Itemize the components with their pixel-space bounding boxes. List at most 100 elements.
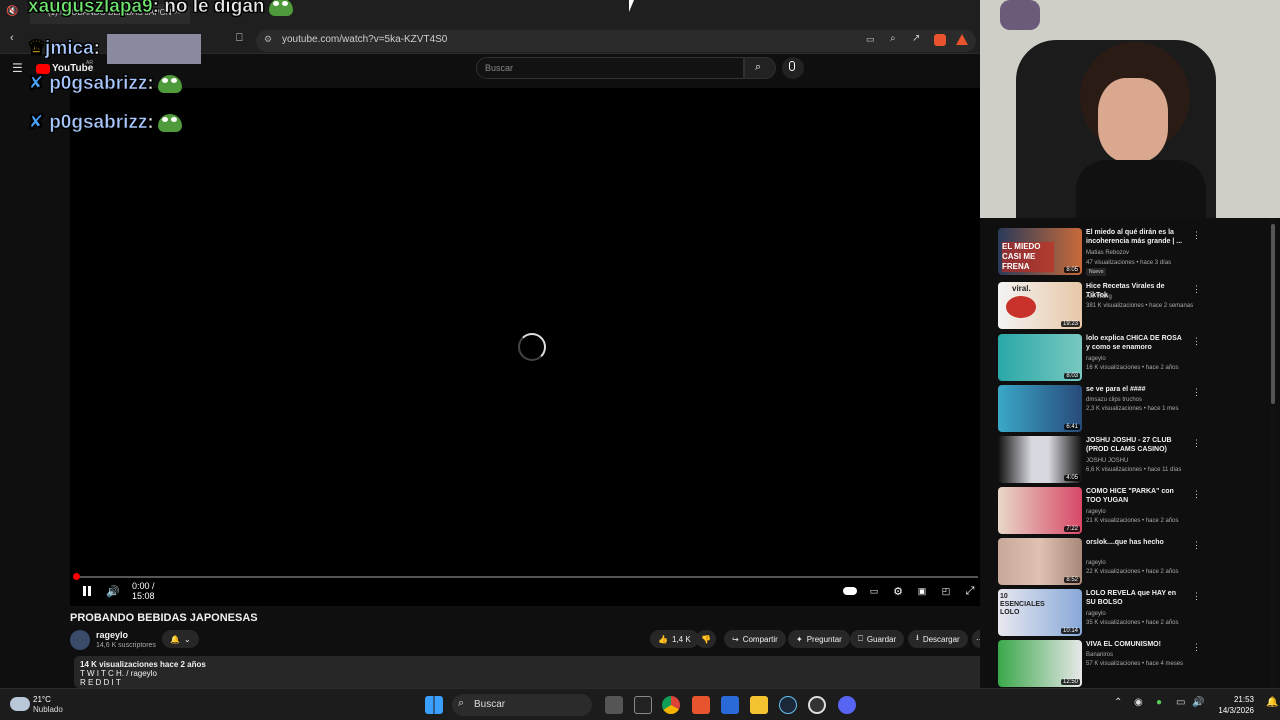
- dislike-button[interactable]: 👎: [696, 630, 716, 648]
- progress-bar[interactable]: [74, 576, 978, 578]
- search-input[interactable]: Buscar: [476, 57, 744, 79]
- more-options-icon[interactable]: ⋮: [1192, 642, 1201, 653]
- video-title[interactable]: El miedo al qué dirán es la incoherencia…: [1086, 228, 1186, 246]
- channel-name[interactable]: rageylo: [1086, 356, 1106, 362]
- share-page-icon[interactable]: ↗: [912, 33, 920, 44]
- video-thumbnail[interactable]: 8:52: [998, 538, 1082, 585]
- autoplay-toggle[interactable]: [842, 582, 858, 600]
- video-thumbnail[interactable]: EL MIEDO CASI ME FRENA 8:05: [998, 228, 1082, 275]
- video-thumbnail[interactable]: 4:05: [998, 436, 1082, 483]
- youtube-logo[interactable]: YouTube AR: [36, 60, 96, 78]
- progress-scrubber[interactable]: [73, 573, 80, 580]
- brave-rewards-icon[interactable]: [956, 34, 968, 45]
- video-title[interactable]: se ve para el ####: [1086, 385, 1186, 394]
- video-title[interactable]: JOSHU JOSHU - 27 CLUB (PROD CLAMS CASINO…: [1086, 436, 1186, 454]
- task-view-icon[interactable]: [605, 696, 623, 714]
- video-thumbnail[interactable]: viral. 19:23: [998, 282, 1082, 329]
- more-options-icon[interactable]: ⋮: [1192, 489, 1201, 500]
- chrome-icon[interactable]: [662, 696, 680, 714]
- recommendation-item[interactable]: 12:50 VIVA EL COMUNISMO! Bananiros 57 K …: [998, 640, 1268, 688]
- tab-audio-muted-icon[interactable]: 🔇: [6, 6, 18, 17]
- miniplayer-button[interactable]: ▣: [914, 582, 930, 600]
- video-thumbnail[interactable]: 6:41: [998, 385, 1082, 432]
- obs-icon[interactable]: [808, 696, 826, 714]
- recommendation-item[interactable]: 10 ESENCIALES LOLO 10:14 LOLO REVELA que…: [998, 589, 1268, 637]
- clock-time[interactable]: 21:53: [1222, 695, 1254, 704]
- brave-shield-icon[interactable]: [934, 34, 946, 46]
- volume-icon[interactable]: 🔊: [1192, 697, 1204, 708]
- settings-button[interactable]: ⚙: [890, 582, 906, 600]
- cast-icon[interactable]: ▭: [866, 34, 875, 45]
- windows-start-icon[interactable]: [425, 696, 443, 714]
- channel-name[interactable]: rageylo: [1086, 560, 1106, 566]
- pause-button[interactable]: [78, 582, 96, 600]
- video-title[interactable]: LOLO REVELA que HAY en SU BOLSO: [1086, 589, 1186, 607]
- notifications-button[interactable]: 🔔 ⌄: [162, 630, 199, 648]
- voice-search-button[interactable]: [782, 57, 804, 79]
- menu-icon[interactable]: ☰: [12, 61, 23, 75]
- steam-icon[interactable]: [779, 696, 797, 714]
- like-button[interactable]: 👍 1,4 K: [650, 630, 699, 648]
- recommendation-item[interactable]: viral. 19:23 Hice Recetas Virales de Tik…: [998, 282, 1268, 330]
- subtitles-button[interactable]: ▭: [866, 582, 882, 600]
- channel-name[interactable]: rageylo: [96, 630, 128, 640]
- channel-name[interactable]: rageylo: [1086, 611, 1106, 617]
- clock-date[interactable]: 14/3/2026: [1212, 706, 1254, 715]
- taskbar-search[interactable]: ⌕ Buscar: [452, 694, 592, 716]
- microphone-icon[interactable]: ●: [1156, 697, 1162, 708]
- search-button[interactable]: ⌕: [744, 57, 776, 79]
- channel-name[interactable]: Matias Rebozov: [1086, 250, 1129, 256]
- theater-button[interactable]: ◰: [938, 582, 954, 600]
- channel-name[interactable]: Bananiros: [1086, 652, 1113, 658]
- volume-button[interactable]: 🔊: [104, 582, 122, 600]
- video-player[interactable]: 🔊 0:00 / 15:08 ▭ ⚙ ▣ ◰ ⤢: [70, 88, 984, 606]
- download-button[interactable]: ⭳ Descargar: [908, 630, 968, 648]
- recommendation-item[interactable]: EL MIEDO CASI ME FRENA 8:05 El miedo al …: [998, 228, 1268, 276]
- video-title[interactable]: COMO HICE "PARKA" con TOO YUGAN: [1086, 487, 1186, 505]
- channel-name[interactable]: dmsazu clips truchos: [1086, 397, 1142, 403]
- recommendation-item[interactable]: 8:03 lolo explica CHICA DE ROSA y como s…: [998, 334, 1268, 382]
- sidebar-scrollbar-thumb[interactable]: [1271, 224, 1275, 404]
- video-title[interactable]: orslok....que has hecho: [1086, 538, 1186, 547]
- video-thumbnail[interactable]: 7:22: [998, 487, 1082, 534]
- save-button[interactable]: ⎕ Guardar: [850, 630, 905, 648]
- recommendation-item[interactable]: 7:22 COMO HICE "PARKA" con TOO YUGAN rag…: [998, 487, 1268, 535]
- channel-avatar[interactable]: [70, 630, 90, 650]
- back-icon[interactable]: ‹: [10, 32, 14, 44]
- more-options-icon[interactable]: ⋮: [1192, 336, 1201, 347]
- more-options-icon[interactable]: ⋮: [1192, 387, 1201, 398]
- brave-icon[interactable]: [692, 696, 710, 714]
- notifications-icon[interactable]: 🔔: [1266, 697, 1278, 708]
- more-options-icon[interactable]: ⋮: [1192, 284, 1201, 295]
- file-explorer-icon[interactable]: [750, 696, 768, 714]
- recommendation-item[interactable]: 8:52 orslok....que has hecho rageylo 22 …: [998, 538, 1268, 586]
- weather-description[interactable]: Nublado: [33, 705, 63, 714]
- video-title[interactable]: lolo explica CHICA DE ROSA y como se ena…: [1086, 334, 1186, 352]
- more-options-icon[interactable]: ⋮: [1192, 591, 1201, 602]
- weather-icon[interactable]: [10, 697, 30, 711]
- more-options-icon[interactable]: ⋮: [1192, 540, 1201, 551]
- zoom-icon[interactable]: ⌕: [890, 33, 896, 44]
- video-title[interactable]: VIVA EL COMUNISMO!: [1086, 640, 1186, 649]
- video-thumbnail[interactable]: 12:50: [998, 640, 1082, 687]
- description-box[interactable]: 14 K visualizaciones hace 2 años T W I T…: [74, 656, 990, 688]
- channel-name[interactable]: JOSHU JOSHU: [1086, 458, 1128, 464]
- browser-tab[interactable]: (1) PROBANDO BEBIDAS JAPON ×: [30, 4, 190, 24]
- recommendation-item[interactable]: 4:05 JOSHU JOSHU - 27 CLUB (PROD CLAMS C…: [998, 436, 1268, 484]
- channel-name[interactable]: rageylo: [1086, 509, 1106, 515]
- network-icon[interactable]: ▭: [1176, 697, 1185, 708]
- site-info-icon[interactable]: ⚙: [264, 34, 272, 45]
- tray-discord-icon[interactable]: ◉: [1134, 697, 1143, 708]
- weather-temperature[interactable]: 21°C: [33, 695, 51, 704]
- more-options-icon[interactable]: ⋮: [1192, 438, 1201, 449]
- bookmark-icon[interactable]: ⎕: [236, 32, 243, 45]
- tray-chevron-up-icon[interactable]: ⌃: [1114, 697, 1122, 708]
- video-thumbnail[interactable]: 8:03: [998, 334, 1082, 381]
- discord-icon[interactable]: [838, 696, 856, 714]
- tab-close-icon[interactable]: ×: [174, 6, 180, 18]
- video-thumbnail[interactable]: 10 ESENCIALES LOLO 10:14: [998, 589, 1082, 636]
- epic-games-icon[interactable]: [634, 696, 652, 714]
- store-icon[interactable]: [721, 696, 739, 714]
- more-options-icon[interactable]: ⋮: [1192, 230, 1201, 241]
- recommendation-item[interactable]: 6:41 se ve para el #### dmsazu clips tru…: [998, 385, 1268, 433]
